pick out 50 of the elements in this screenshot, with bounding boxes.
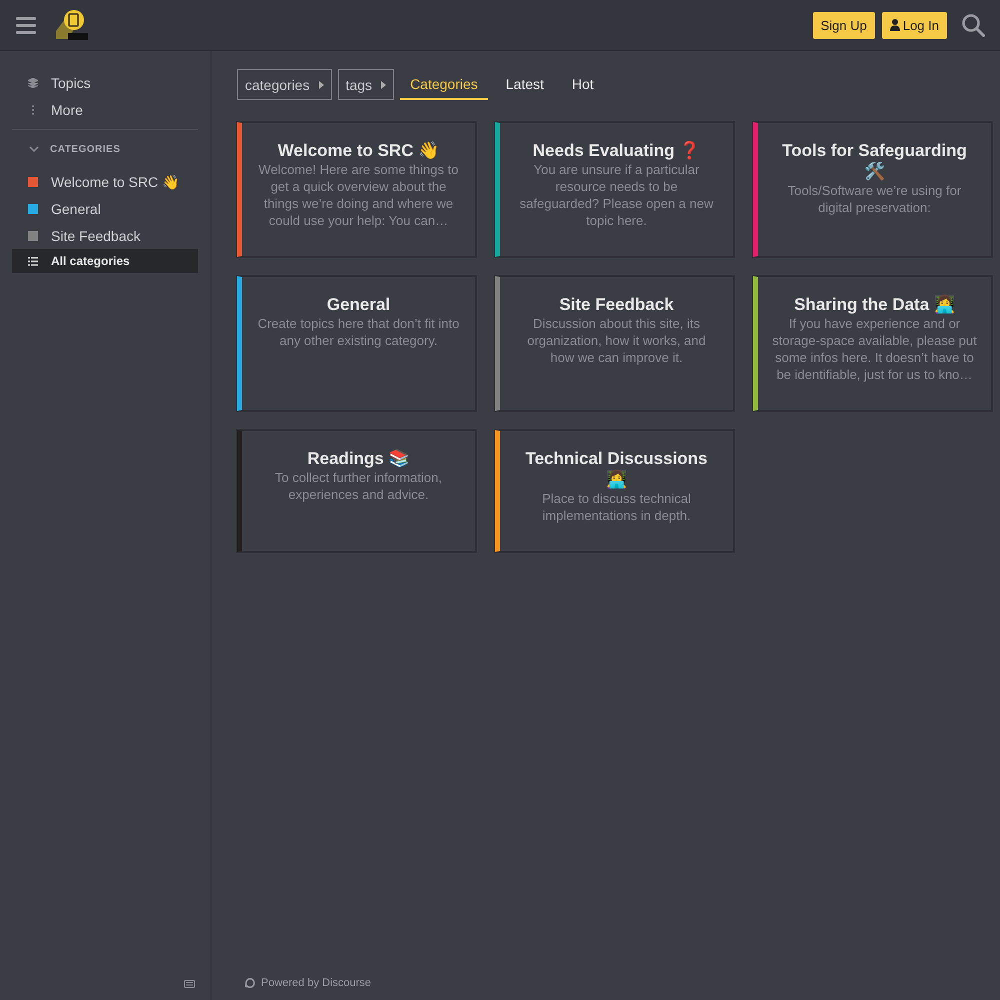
dropdown-button[interactable]: categories: [237, 69, 332, 100]
category-title: Tools for Safeguarding 🛠: [781, 140, 968, 182]
caret-icon: [381, 80, 386, 88]
category-title: General: [326, 294, 392, 315]
category-card[interactable]: Tools for Safeguarding 🛠 Tools/Software we’re using for digital preservation:: [753, 122, 992, 257]
nav-tab[interactable]: Latest: [496, 69, 554, 100]
caret-icon: [318, 80, 324, 88]
category-description: Discussion about this site, its organization, how it works, and how we can improve it.: [526, 315, 707, 366]
category-link[interactable]: Welcome to SRC 👋: [12, 168, 198, 195]
category-card[interactable]: Welcome to SRC 👋 Welcome! Here are some things to get a quick overview about the things we’re doing and where we could use your help: You can…: [237, 122, 476, 257]
category-card[interactable]: Readings 📚 To collect further information, experiences and advice.: [237, 430, 476, 552]
category-title: Needs Evaluating ❓: [532, 140, 702, 161]
chevron-icon[interactable]: [29, 145, 39, 153]
search-icon[interactable]: [961, 13, 985, 37]
nav-tab[interactable]: Hot: [562, 69, 604, 100]
category-card[interactable]: Technical Discussions 👩‍💻 Place to discuss technical implementations in depth.: [495, 430, 734, 552]
category-description: Welcome! Here are some things to get a quick overview about the things we’re doing and where we could use your help: You can…: [258, 161, 460, 229]
category-description: You are unsure if a particular resource needs to be safeguarded? Please open a new topic here.: [518, 161, 714, 229]
all-categories-link[interactable]: All categories: [12, 249, 198, 273]
category-link[interactable]: Site Feedback: [12, 222, 198, 249]
section-title: CATEGORIES: [50, 144, 120, 154]
login-button[interactable]: Log In: [882, 12, 947, 38]
sidebar-link[interactable]: Topics: [12, 69, 198, 96]
keyboard-icon[interactable]: [184, 980, 195, 988]
logo-icon[interactable]: [54, 9, 90, 41]
category-title: Readings 📚: [306, 448, 411, 469]
category-card[interactable]: Needs Evaluating ❓ You are unsure if a particular resource needs to be safeguarded? Please open a new topic here.: [495, 122, 734, 257]
category-card[interactable]: Site Feedback Discussion about this site, its organization, how it works, and how we can improve it.: [495, 276, 734, 411]
signup-button[interactable]: Sign Up: [812, 12, 875, 38]
category-card[interactable]: General Create topics here that don’t fit into any other existing category.: [237, 276, 476, 411]
category-title: Welcome to SRC 👋: [276, 140, 440, 161]
layers-icon: [28, 78, 38, 88]
menu-icon[interactable]: [16, 16, 36, 34]
speech-bubble-icon: [245, 978, 255, 988]
user-icon: [890, 19, 900, 31]
category-title: Site Feedback: [558, 294, 675, 315]
powered-by-link[interactable]: Powered by Discourse: [245, 977, 372, 989]
list-icon: [28, 256, 38, 266]
category-description: Create topics here that don’t fit into any other existing category.: [256, 315, 460, 349]
category-description: Tools/Software we’re using for digital preservation:: [786, 182, 962, 216]
nav-tab[interactable]: Categories: [400, 69, 488, 100]
category-title: Technical Discussions 👩‍💻: [524, 448, 709, 490]
category-title: Sharing the Data 👩‍💻: [793, 294, 956, 315]
dropdown-button[interactable]: tags: [338, 69, 394, 100]
sidebar-link[interactable]: More: [12, 96, 198, 123]
category-description: To collect further information, experiences and advice.: [274, 469, 443, 503]
category-link[interactable]: General: [12, 195, 198, 222]
category-description: If you have experience and or storage-space available, please put some infos here. It doesn’t have to be identifiable, just for us to kno…: [772, 315, 977, 383]
category-card[interactable]: Sharing the Data 👩‍💻 If you have experience and or storage-space available, please put some infos here. It doesn’t have to be identifiable, just for us to kno…: [753, 276, 992, 411]
category-description: Place to discuss technical implementations in depth.: [541, 490, 692, 524]
